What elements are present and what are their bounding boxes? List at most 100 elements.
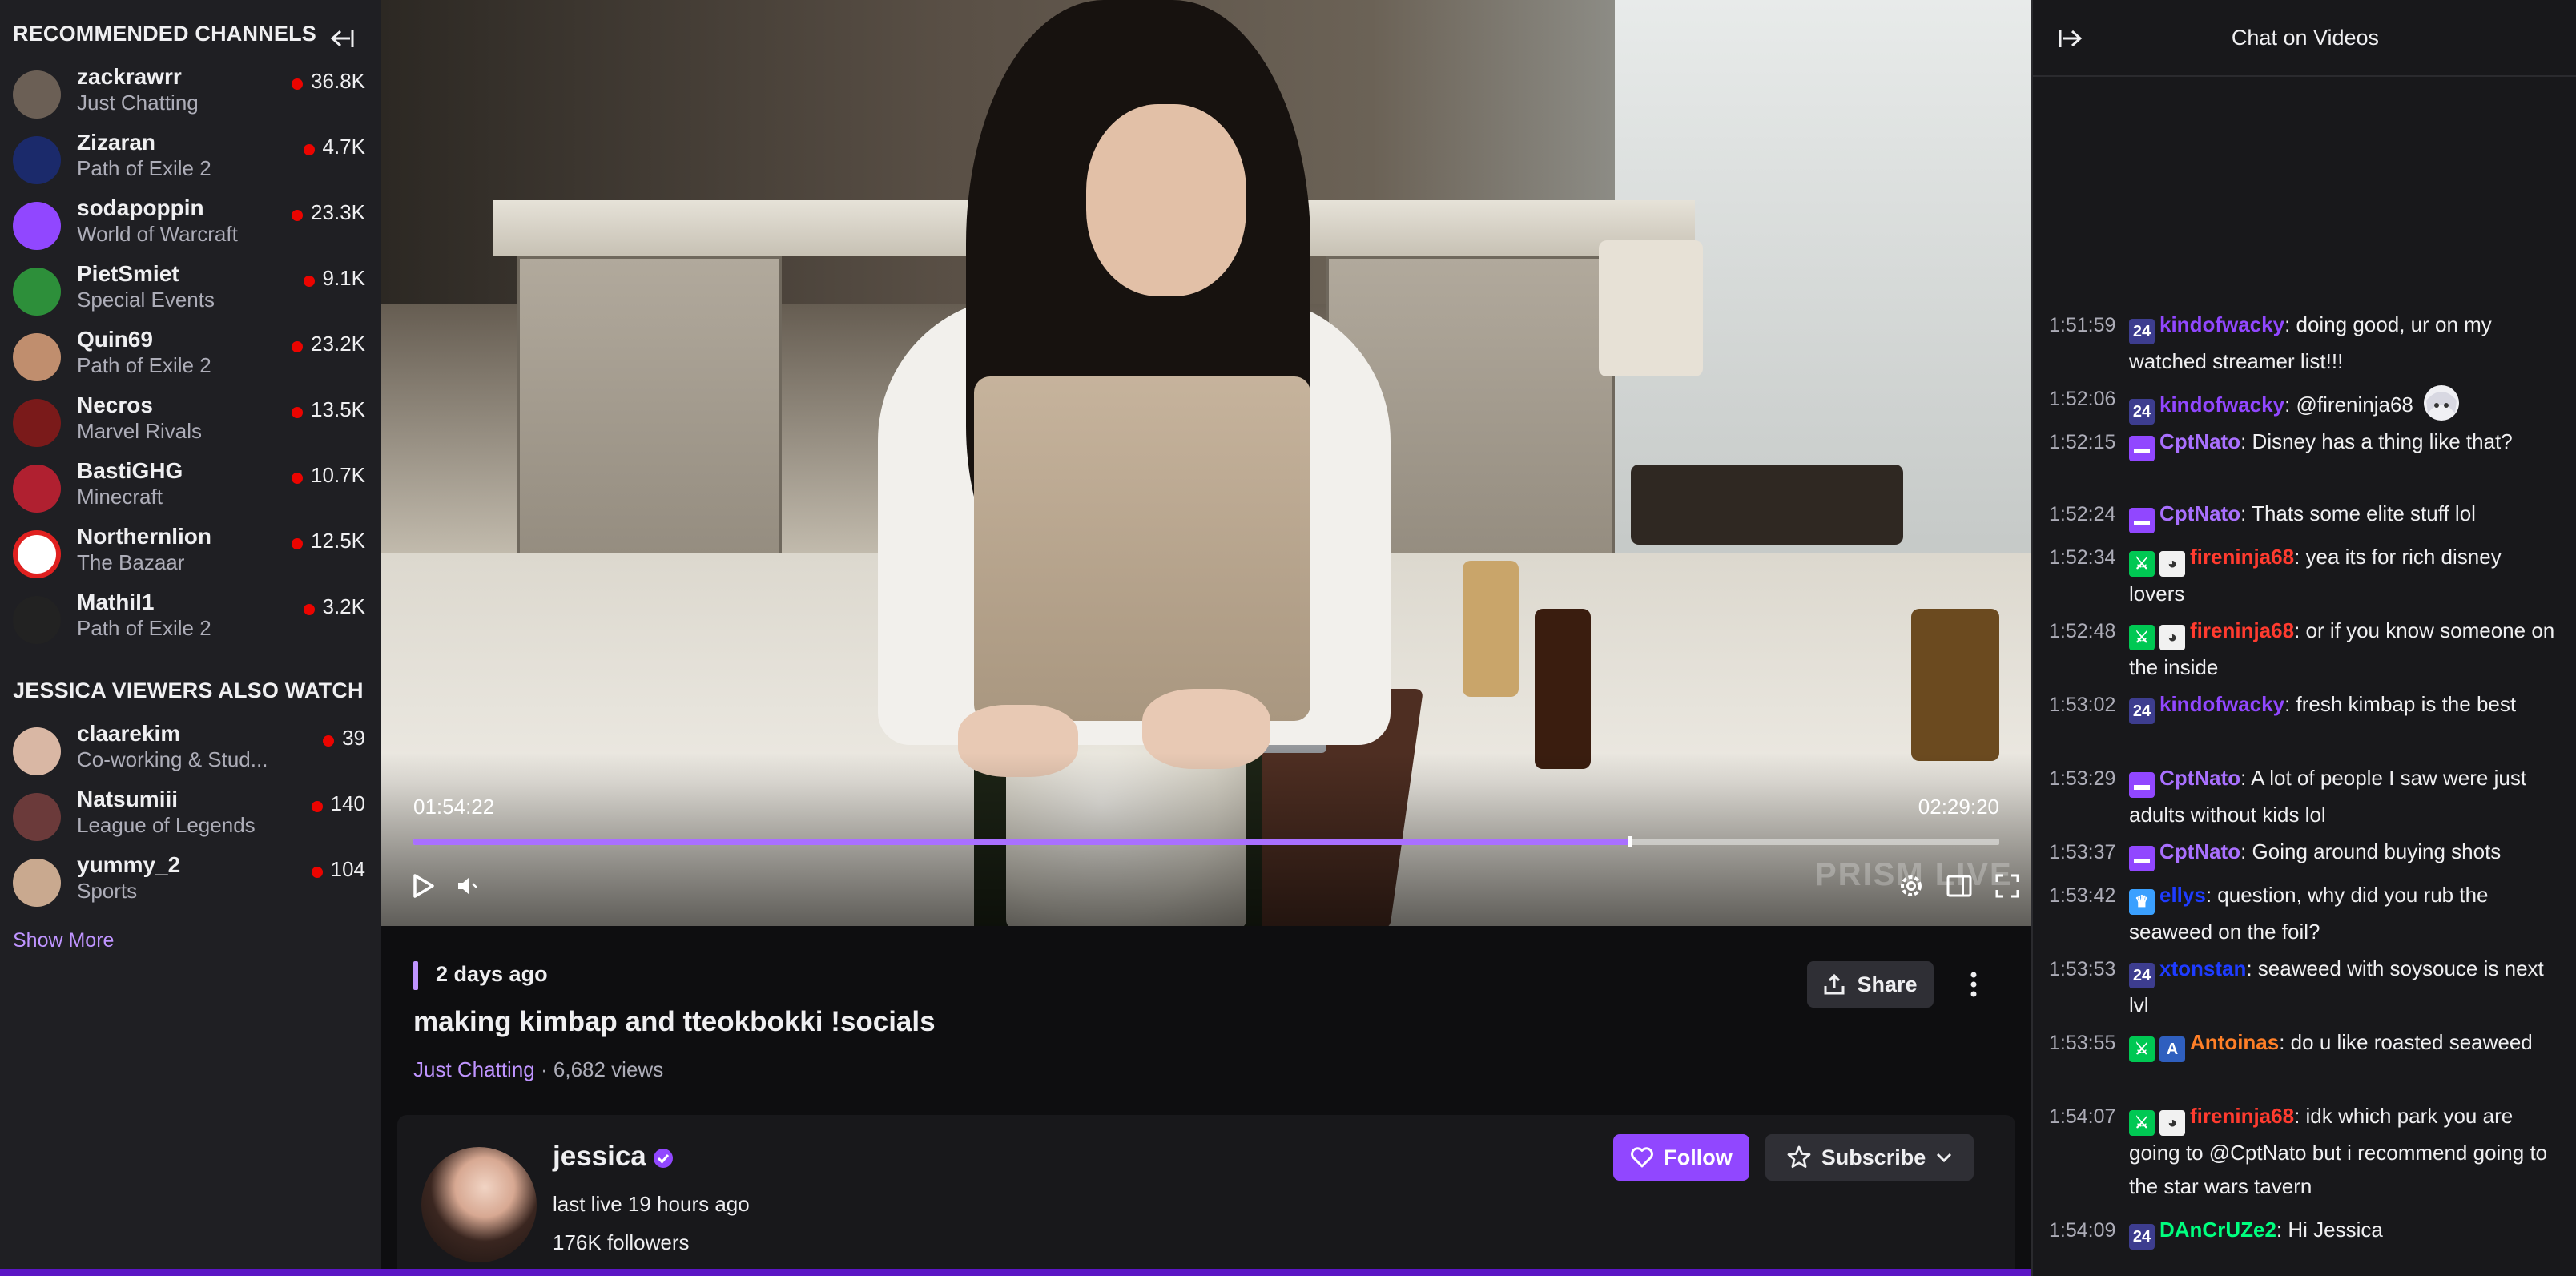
viewer-count: 13.5K: [311, 397, 365, 421]
seek-bar[interactable]: [413, 836, 1999, 847]
chat-timestamp[interactable]: 1:53:55: [2049, 1026, 2129, 1060]
channel-row[interactable]: Natsumiii League of Legends 140: [0, 783, 381, 849]
share-button[interactable]: Share: [1807, 961, 1934, 1008]
chat-username[interactable]: CptNato: [2159, 839, 2240, 863]
category-link[interactable]: Just Chatting: [413, 1057, 535, 1081]
channel-row[interactable]: Mathil1 Path of Exile 2 3.2K: [0, 586, 381, 652]
chat-badge-icon[interactable]: 24: [2129, 963, 2155, 988]
channel-row[interactable]: claarekim Co-working & Stud... 39: [0, 718, 381, 783]
chat-username[interactable]: CptNato: [2159, 766, 2240, 790]
chat-text: : @fireninja68: [2284, 392, 2413, 417]
chat-badge-icon[interactable]: ◕: [2159, 625, 2185, 650]
chat-badge-icon[interactable]: 24: [2129, 1224, 2155, 1250]
viewer-count: 9.1K: [322, 266, 366, 290]
chat-badge-icon[interactable]: ▬: [2129, 846, 2155, 871]
chat-timestamp[interactable]: 1:54:07: [2049, 1100, 2129, 1133]
channel-avatar[interactable]: [421, 1147, 537, 1262]
channel-row[interactable]: BastiGHG Minecraft 10.7K: [0, 455, 381, 521]
viewer-count: 140: [330, 791, 365, 815]
chat-header: Chat on Videos: [2033, 0, 2576, 77]
chat-timestamp[interactable]: 1:52:15: [2049, 425, 2129, 459]
channel-row[interactable]: Necros Marvel Rivals 13.5K: [0, 389, 381, 455]
play-icon: [413, 874, 434, 898]
chat-timestamp[interactable]: 1:53:53: [2049, 952, 2129, 986]
chat-username[interactable]: fireninja68: [2190, 1104, 2294, 1128]
channel-row[interactable]: PietSmiet Special Events 9.1K: [0, 258, 381, 324]
chat-username[interactable]: DAnCrUZe2: [2159, 1218, 2276, 1242]
chat-timestamp[interactable]: 1:52:48: [2049, 614, 2129, 648]
theatre-mode-icon: [1946, 875, 1972, 897]
chat-badge-icon[interactable]: ⚔: [2129, 625, 2155, 650]
viewer-count: 23.3K: [311, 200, 365, 224]
chat-timestamp[interactable]: 1:53:02: [2049, 688, 2129, 722]
channel-name[interactable]: jessica: [553, 1141, 646, 1173]
play-button[interactable]: [407, 870, 439, 902]
channel-row[interactable]: Northernlion The Bazaar 12.5K: [0, 521, 381, 586]
chat-badge-icon[interactable]: ⚔: [2129, 1110, 2155, 1136]
chat-timestamp[interactable]: 1:52:24: [2049, 497, 2129, 531]
chat-username[interactable]: kindofwacky: [2159, 392, 2284, 417]
seek-bar-handle[interactable]: [1627, 836, 1632, 847]
channel-row[interactable]: Quin69 Path of Exile 2 23.2K: [0, 324, 381, 389]
subscribe-button[interactable]: Subscribe: [1765, 1134, 1974, 1181]
chat-badge-icon[interactable]: ◕: [2159, 1110, 2185, 1136]
theatre-mode-button[interactable]: [1943, 870, 1975, 902]
view-count: 6,682 views: [553, 1057, 664, 1081]
chat-badge-icon[interactable]: ▬: [2129, 772, 2155, 798]
chat-timestamp[interactable]: 1:53:37: [2049, 835, 2129, 869]
chat-username[interactable]: xtonstan: [2159, 956, 2246, 980]
more-options-button[interactable]: [1958, 968, 1990, 1000]
follow-button[interactable]: Follow: [1613, 1134, 1749, 1181]
volume-button[interactable]: [452, 870, 484, 902]
channel-name: zackrawrr: [77, 64, 182, 89]
channel-avatar: [13, 859, 61, 907]
chat-username[interactable]: CptNato: [2159, 501, 2240, 525]
show-more-link[interactable]: Show More: [13, 929, 114, 952]
video-player[interactable]: PRISM LIVE 01:54:22 02:29:20: [381, 0, 2031, 926]
chat-badge-icon[interactable]: ♛: [2129, 889, 2155, 915]
chat-username[interactable]: fireninja68: [2190, 618, 2294, 642]
live-dot-icon: [323, 735, 335, 747]
chat-badge-icon[interactable]: ⚔: [2129, 551, 2155, 577]
chat-username[interactable]: Antoinas: [2190, 1030, 2279, 1054]
channel-row[interactable]: zackrawrr Just Chatting 36.8K: [0, 61, 381, 127]
chat-timestamp[interactable]: 1:54:09: [2049, 1214, 2129, 1247]
anime-girl-emote-icon[interactable]: [2420, 381, 2463, 425]
channel-name: Mathil1: [77, 590, 155, 614]
chat-message: 1:52:15 ▬ CptNato: Disney has a thing like…: [2049, 425, 2562, 461]
chat-message: 1:53:37 ▬ CptNato: Going around buying sho…: [2049, 835, 2562, 871]
chat-username[interactable]: kindofwacky: [2159, 692, 2284, 716]
chat-username[interactable]: CptNato: [2159, 429, 2240, 453]
chat-username[interactable]: ellys: [2159, 883, 2206, 907]
chat-badge-icon[interactable]: 24: [2129, 698, 2155, 724]
chat-badge-icon[interactable]: 24: [2129, 399, 2155, 425]
chat-username[interactable]: fireninja68: [2190, 545, 2294, 569]
channel-row[interactable]: Zizaran Path of Exile 2 4.7K: [0, 127, 381, 192]
chat-username[interactable]: kindofwacky: [2159, 312, 2284, 336]
settings-button[interactable]: [1895, 870, 1927, 902]
chat-message: 1:53:02 24 kindofwacky: fresh kimbap is th…: [2049, 687, 2562, 724]
collapse-sidebar-button[interactable]: [325, 22, 357, 54]
chat-timestamp[interactable]: 1:51:59: [2049, 308, 2129, 342]
live-dot-icon: [303, 276, 315, 287]
chat-text: : Hi Jessica: [2276, 1218, 2383, 1242]
chat-badge-icon[interactable]: 24: [2129, 319, 2155, 344]
channel-category: The Bazaar: [77, 550, 185, 574]
channel-name: Necros: [77, 392, 153, 417]
channel-row[interactable]: yummy_2 Sports 104: [0, 849, 381, 915]
expand-chat-button[interactable]: [2055, 22, 2087, 54]
channel-avatar: [13, 727, 61, 775]
chat-timestamp[interactable]: 1:53:42: [2049, 879, 2129, 912]
fullscreen-button[interactable]: [1991, 870, 2023, 902]
chat-badge-icon[interactable]: A: [2159, 1036, 2185, 1062]
chat-badge-icon[interactable]: ▬: [2129, 508, 2155, 533]
expand-arrow-icon: [2059, 30, 2083, 47]
chat-badge-icon[interactable]: ▬: [2129, 436, 2155, 461]
chat-timestamp[interactable]: 1:52:34: [2049, 541, 2129, 574]
chat-timestamp[interactable]: 1:53:29: [2049, 762, 2129, 795]
chat-badge-icon[interactable]: ◕: [2159, 551, 2185, 577]
chat-timestamp[interactable]: 1:52:06: [2049, 382, 2129, 416]
chat-badge-icon[interactable]: ⚔: [2129, 1036, 2155, 1062]
channel-row[interactable]: sodapoppin World of Warcraft 23.3K: [0, 192, 381, 258]
channel-category: Special Events: [77, 288, 215, 312]
